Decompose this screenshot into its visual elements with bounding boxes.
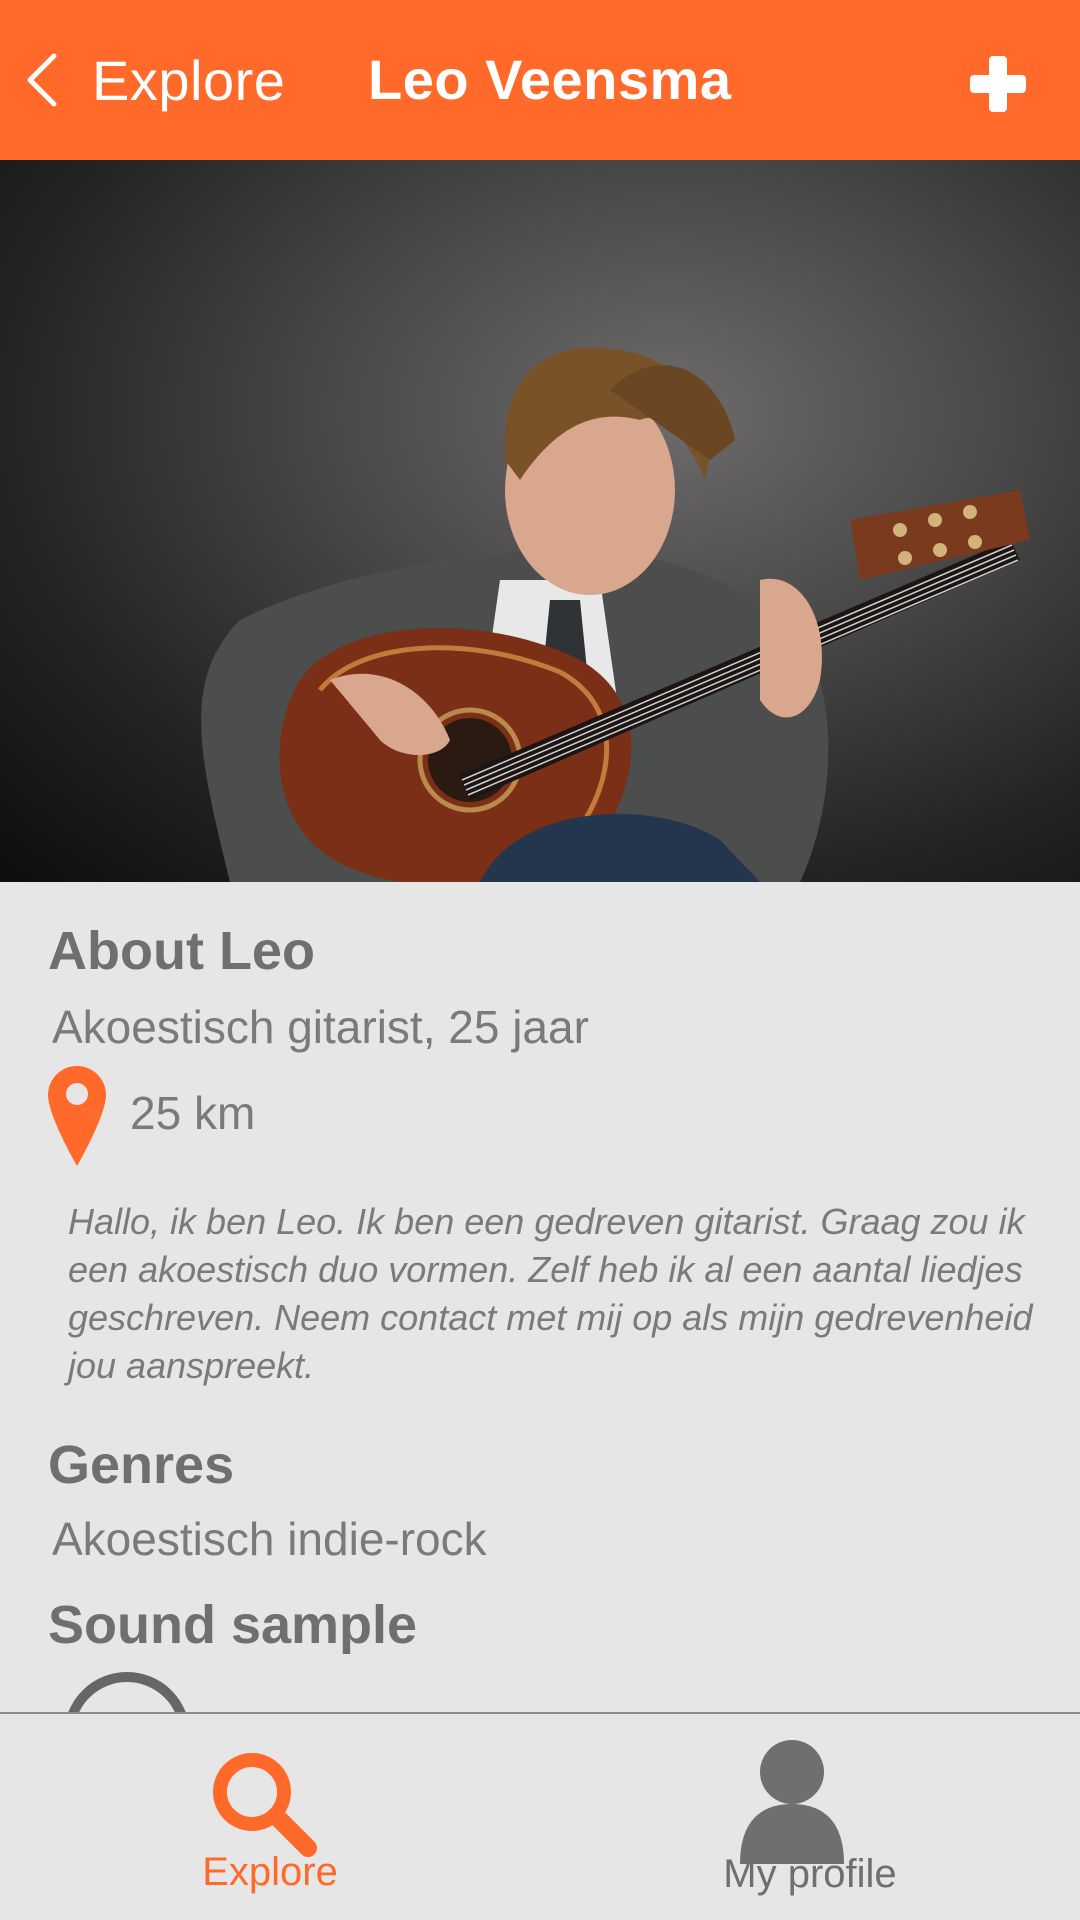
tab-my-profile-label: My profile <box>723 1852 897 1896</box>
top-bar: Explore Leo Veensma <box>0 0 1080 160</box>
genres-value: Akoestisch indie-rock <box>52 1513 487 1565</box>
back-button[interactable]: Explore <box>20 40 300 120</box>
chevron-left-icon <box>27 53 57 107</box>
distance-value: 25 km <box>130 1087 256 1139</box>
bottom-tab-bar: Explore My profile <box>0 1712 1080 1920</box>
profile-subtitle: Akoestisch gitarist, 25 jaar <box>52 1001 589 1053</box>
profile-content: About Leo Akoestisch gitarist, 25 jaar 2… <box>0 882 1080 1712</box>
sound-sample-heading: Sound sample <box>48 1595 418 1655</box>
back-button-label: Explore <box>92 48 286 112</box>
guitarist-illustration <box>201 347 1030 882</box>
map-pin-icon <box>48 1066 106 1166</box>
page-title: Leo Veensma <box>368 48 732 111</box>
add-button[interactable] <box>966 52 1030 116</box>
profile-photo <box>0 160 1080 882</box>
genres-heading: Genres <box>48 1435 235 1495</box>
about-heading: About Leo <box>48 921 315 981</box>
tab-my-profile[interactable]: My profile <box>540 1714 1080 1920</box>
sound-sample-play-button[interactable] <box>64 1672 190 1712</box>
bio-text: Hallo, ik ben Leo. Ik ben een gedreven g… <box>68 1201 1033 1386</box>
user-icon <box>740 1740 844 1864</box>
tab-explore[interactable]: Explore <box>0 1714 540 1920</box>
plus-icon <box>970 56 1026 112</box>
tab-explore-label: Explore <box>202 1850 338 1894</box>
search-icon <box>213 1753 317 1857</box>
